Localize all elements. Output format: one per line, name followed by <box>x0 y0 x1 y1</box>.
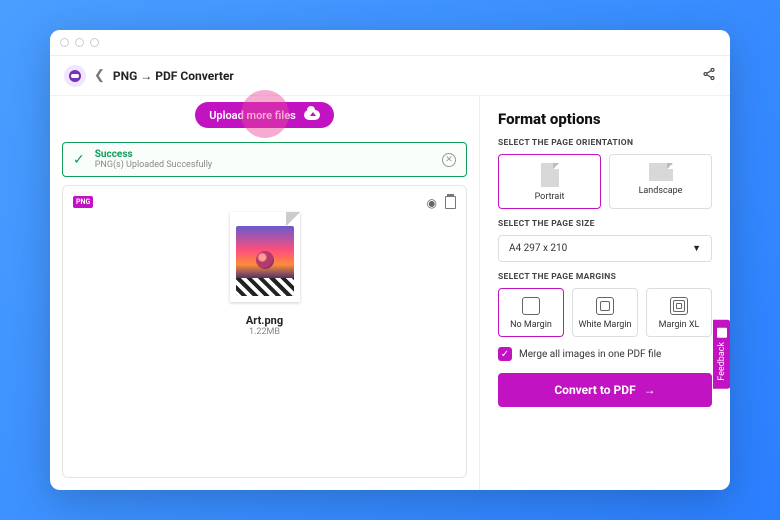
success-text: Success PNG(s) Uploaded Succesfully <box>95 149 212 170</box>
pagesize-value: A4 297 x 210 <box>509 243 567 254</box>
margins-label: SELECT THE PAGE MARGINS <box>498 272 712 282</box>
file-thumbnail[interactable] <box>230 212 300 302</box>
trash-icon[interactable] <box>445 196 456 209</box>
app-logo-icon[interactable] <box>64 65 86 87</box>
white-margin-icon <box>596 297 614 315</box>
feedback-label: Feedback <box>717 342 727 381</box>
file-name: Art.png <box>73 314 456 327</box>
pagesize-label: SELECT THE PAGE SIZE <box>498 219 712 229</box>
margin-xl-option[interactable]: Margin XL <box>646 288 712 337</box>
left-panel: Upload more files ✓ Success PNG(s) Uploa… <box>50 96 480 490</box>
cloud-upload-icon <box>304 110 320 120</box>
convert-label: Convert to PDF <box>554 383 635 397</box>
upload-button-label: Upload more files <box>209 109 296 122</box>
arrow-right-icon: → <box>140 69 152 83</box>
file-type-badge: PNG <box>73 196 93 208</box>
margin-options: No Margin White Margin Margin XL <box>498 288 712 337</box>
app-window: ❮ PNG → PDF Converter Upload more files … <box>50 30 730 490</box>
page-portrait-icon <box>541 163 559 187</box>
checkbox-checked-icon: ✓ <box>498 347 512 361</box>
arrow-right-icon: → <box>644 383 656 397</box>
checkmark-icon: ✓ <box>73 152 85 168</box>
window-dot-icon[interactable] <box>75 38 84 47</box>
merge-checkbox-row[interactable]: ✓ Merge all images in one PDF file <box>498 347 712 361</box>
window-dot-icon[interactable] <box>60 38 69 47</box>
convert-to-pdf-button[interactable]: Convert to PDF → <box>498 373 712 407</box>
pagesize-select[interactable]: A4 297 x 210 ▼ <box>498 235 712 262</box>
window-titlebar <box>50 30 730 56</box>
file-size: 1.22MB <box>73 327 456 337</box>
option-label: Portrait <box>535 192 565 202</box>
margin-xl-icon <box>670 297 688 315</box>
success-title: Success <box>95 149 212 160</box>
back-chevron-icon[interactable]: ❮ <box>94 68 105 83</box>
option-label: Landscape <box>639 186 683 196</box>
orientation-portrait-option[interactable]: Portrait <box>498 154 601 209</box>
orientation-landscape-option[interactable]: Landscape <box>609 154 712 209</box>
upload-more-files-button[interactable]: Upload more files <box>195 102 334 128</box>
section-title: Format options <box>498 110 712 128</box>
close-icon[interactable]: ✕ <box>442 153 456 167</box>
option-label: No Margin <box>510 320 552 330</box>
window-dot-icon[interactable] <box>90 38 99 47</box>
margin-white-option[interactable]: White Margin <box>572 288 638 337</box>
merge-label: Merge all images in one PDF file <box>519 349 661 360</box>
feedback-tab[interactable]: Feedback <box>713 320 730 389</box>
main-content: Upload more files ✓ Success PNG(s) Uploa… <box>50 96 730 490</box>
no-margin-icon <box>522 297 540 315</box>
breadcrumb: PNG → PDF Converter <box>113 69 234 83</box>
breadcrumb-from: PNG <box>113 69 137 83</box>
option-label: Margin XL <box>659 320 700 330</box>
preview-icon[interactable] <box>427 196 437 210</box>
orientation-options: Portrait Landscape <box>498 154 712 209</box>
margin-none-option[interactable]: No Margin <box>498 288 564 337</box>
feedback-icon <box>717 328 727 338</box>
format-options-panel: Format options SELECT THE PAGE ORIENTATI… <box>480 96 730 490</box>
orientation-label: SELECT THE PAGE ORIENTATION <box>498 138 712 148</box>
file-actions <box>427 196 456 210</box>
share-icon[interactable] <box>702 67 716 85</box>
breadcrumb-to: PDF Converter <box>155 69 234 83</box>
toolbar: ❮ PNG → PDF Converter <box>50 56 730 96</box>
success-subtitle: PNG(s) Uploaded Succesfully <box>95 160 212 170</box>
chevron-down-icon: ▼ <box>692 243 701 254</box>
option-label: White Margin <box>578 320 631 330</box>
file-card: PNG Art.png 1.22MB <box>62 185 467 478</box>
success-banner: ✓ Success PNG(s) Uploaded Succesfully ✕ <box>62 142 467 177</box>
thumbnail-image <box>236 226 294 296</box>
upload-bar: Upload more files <box>50 102 479 136</box>
page-landscape-icon <box>649 163 673 181</box>
dogear-icon <box>286 212 300 226</box>
